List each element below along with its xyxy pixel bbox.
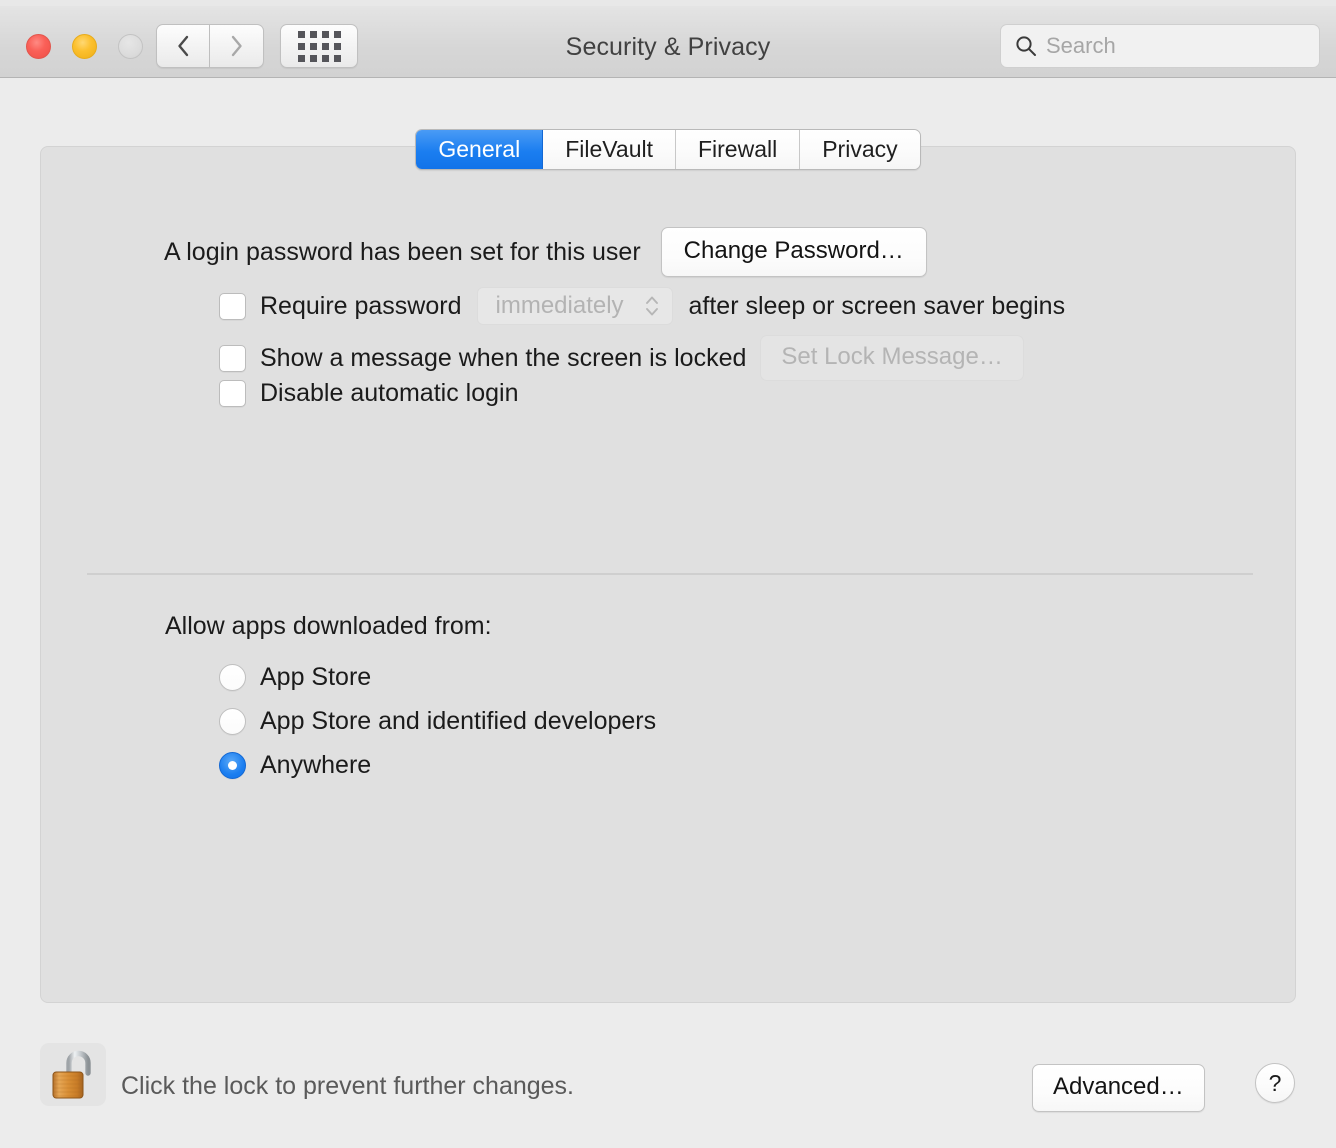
advanced-button[interactable]: Advanced… [1032, 1064, 1205, 1112]
general-settings-panel: A login password has been set for this u… [40, 146, 1296, 1003]
search-icon [1016, 36, 1036, 56]
require-password-suffix: after sleep or screen saver begins [688, 291, 1066, 320]
tab-firewall[interactable]: Firewall [675, 130, 801, 169]
lock-button[interactable] [40, 1043, 106, 1106]
tab-filevault[interactable]: FileVault [543, 130, 676, 169]
radio-anywhere-label: Anywhere [260, 751, 372, 779]
radio-app-store[interactable] [219, 664, 246, 691]
login-password-row: A login password has been set for this u… [164, 227, 927, 277]
require-password-delay-popup: immediately [476, 287, 673, 325]
security-privacy-window: Security & Privacy General FileVault Fir… [0, 0, 1336, 1148]
allow-apps-title: Allow apps downloaded from: [165, 612, 492, 640]
tab-privacy[interactable]: Privacy [800, 130, 920, 169]
require-password-row: Require password immediately after sleep… [219, 287, 1065, 325]
allow-apps-option-app-store[interactable]: App Store [219, 663, 371, 692]
radio-identified-developers[interactable] [219, 708, 246, 735]
disable-automatic-login-label: Disable automatic login [260, 379, 519, 407]
allow-apps-option-anywhere[interactable]: Anywhere [219, 751, 371, 780]
require-password-checkbox[interactable] [219, 292, 246, 320]
show-lock-message-row: Show a message when the screen is locked… [219, 335, 1024, 381]
login-password-text: A login password has been set for this u… [164, 237, 641, 266]
allow-apps-option-identified-developers[interactable]: App Store and identified developers [219, 707, 656, 736]
search-field[interactable] [1000, 24, 1320, 68]
radio-anywhere[interactable] [219, 752, 246, 779]
lock-status-message: Click the lock to prevent further change… [121, 1072, 575, 1100]
require-password-label: Require password [260, 291, 462, 320]
disable-automatic-login-checkbox[interactable] [219, 380, 246, 407]
chevron-updown-icon [645, 296, 658, 316]
tab-general[interactable]: General [416, 130, 544, 169]
help-button[interactable]: ? [1255, 1063, 1295, 1103]
disable-automatic-login-row: Disable automatic login [219, 379, 518, 408]
unlocked-padlock-icon [52, 1050, 91, 1098]
change-password-button[interactable]: Change Password… [660, 227, 927, 277]
window-titlebar: Security & Privacy [0, 6, 1336, 78]
radio-identified-developers-label: App Store and identified developers [260, 707, 657, 735]
require-password-delay-value: immediately [495, 292, 624, 319]
set-lock-message-button: Set Lock Message… [760, 335, 1024, 381]
section-divider [87, 573, 1253, 575]
radio-app-store-label: App Store [260, 663, 372, 691]
show-lock-message-label: Show a message when the screen is locked [260, 343, 747, 372]
search-input[interactable] [1046, 33, 1296, 59]
show-lock-message-checkbox[interactable] [219, 344, 246, 372]
tab-bar: General FileVault Firewall Privacy [0, 129, 1336, 170]
